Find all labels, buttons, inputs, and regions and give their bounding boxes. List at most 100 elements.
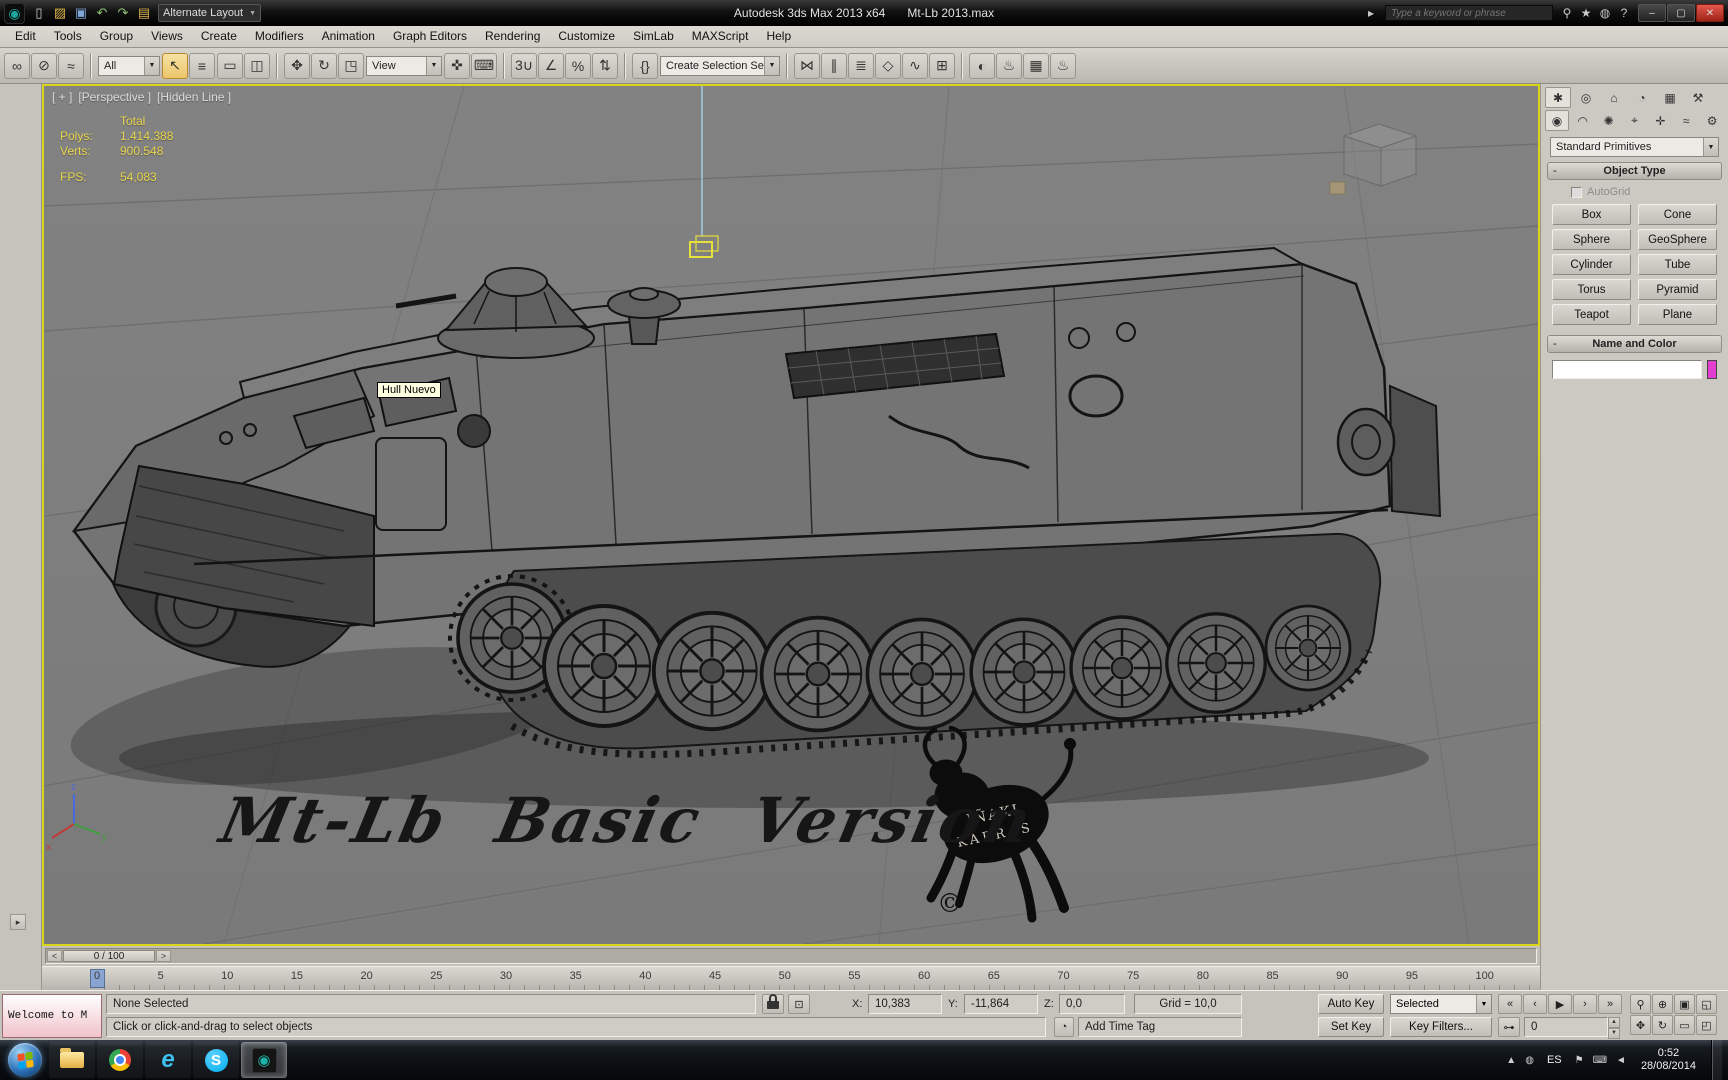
snaps-toggle-icon[interactable]: 3∪ bbox=[511, 52, 537, 79]
frame-spinner[interactable]: ▲ ▼ bbox=[1608, 1017, 1620, 1039]
show-desktop-button[interactable] bbox=[1711, 1040, 1722, 1080]
y-coordinate-field[interactable]: -11,864 bbox=[964, 994, 1038, 1014]
angle-snap-toggle-icon[interactable]: ∠ bbox=[538, 52, 564, 79]
unlink-selection-icon[interactable]: ⊘ bbox=[31, 52, 57, 79]
save-file-icon[interactable]: ▣ bbox=[71, 3, 91, 23]
menu-customize[interactable]: Customize bbox=[549, 26, 624, 47]
tab-motion[interactable]: ◔ bbox=[1629, 87, 1655, 108]
menu-animation[interactable]: Animation bbox=[313, 26, 384, 47]
undo-icon[interactable]: ↶ bbox=[92, 3, 112, 23]
next-frame-arrow[interactable]: > bbox=[156, 950, 171, 962]
category-systems[interactable]: ⚙ bbox=[1700, 110, 1724, 131]
material-editor-icon[interactable]: ◐ bbox=[969, 52, 995, 79]
play-animation-button[interactable]: ▶ bbox=[1548, 994, 1572, 1014]
cone-button[interactable]: Cone bbox=[1638, 204, 1717, 225]
geosphere-button[interactable]: GeoSphere bbox=[1638, 229, 1717, 250]
action-center-icon[interactable]: ⚑ bbox=[1575, 1055, 1584, 1066]
add-time-tag-field[interactable]: Add Time Tag bbox=[1078, 1017, 1242, 1037]
spinner-down-icon[interactable]: ▼ bbox=[1608, 1028, 1620, 1039]
redo-icon[interactable]: ↷ bbox=[113, 3, 133, 23]
tab-modify[interactable]: ◎ bbox=[1573, 87, 1599, 108]
menu-help[interactable]: Help bbox=[757, 26, 800, 47]
go-to-start-button[interactable]: « bbox=[1498, 994, 1522, 1014]
category-shapes[interactable]: ◠ bbox=[1571, 110, 1595, 131]
favorites-star-icon[interactable]: ★ bbox=[1577, 4, 1595, 22]
perspective-viewport[interactable]: z x y IÑAKI KARRAS © [+] [Perspective … bbox=[42, 84, 1540, 946]
viewport-shading-menu[interactable]: [Hidden Line ] bbox=[157, 90, 231, 104]
viewport-general-menu[interactable]: [ + ] bbox=[52, 90, 72, 104]
previous-frame-arrow[interactable]: < bbox=[47, 950, 62, 962]
rectangular-selection-region-icon[interactable]: ▭ bbox=[217, 52, 243, 79]
project-folder-icon[interactable]: ▤ bbox=[134, 3, 154, 23]
menu-simlab[interactable]: SimLab bbox=[624, 26, 683, 47]
taskbar-explorer-button[interactable] bbox=[49, 1042, 95, 1078]
layer-manager-icon[interactable]: ≣ bbox=[848, 52, 874, 79]
next-frame-button[interactable]: › bbox=[1573, 994, 1597, 1014]
help-icon[interactable]: ? bbox=[1615, 4, 1633, 22]
select-and-scale-icon[interactable]: ◳ bbox=[338, 52, 364, 79]
name-and-color-rollout[interactable]: - Name and Color bbox=[1547, 335, 1722, 353]
rendered-frame-window-icon[interactable]: ▦ bbox=[1023, 52, 1049, 79]
plane-button[interactable]: Plane bbox=[1638, 304, 1717, 325]
menu-modifiers[interactable]: Modifiers bbox=[246, 26, 313, 47]
absolute-mode-toggle[interactable]: ⊡ bbox=[788, 994, 810, 1014]
curve-editor-icon[interactable]: ∿ bbox=[902, 52, 928, 79]
maximize-button[interactable]: ▢ bbox=[1667, 4, 1695, 22]
zoom-extents-button[interactable]: ▣ bbox=[1674, 994, 1695, 1014]
taskbar-skype-button[interactable]: S bbox=[193, 1042, 239, 1078]
selection-filter-dropdown[interactable]: All ▼ bbox=[98, 55, 160, 76]
orbit-button[interactable]: ↻ bbox=[1652, 1015, 1673, 1035]
time-slider-track[interactable]: < 0 / 100 > bbox=[45, 948, 1537, 964]
taskbar-3dsmax-button[interactable]: ◉ bbox=[241, 1042, 287, 1078]
category-helpers[interactable]: ✛ bbox=[1648, 110, 1672, 131]
tab-create[interactable]: ✱ bbox=[1545, 87, 1571, 108]
hidden-icons-button[interactable]: ▲ bbox=[1506, 1055, 1516, 1066]
minimize-button[interactable]: – bbox=[1638, 4, 1666, 22]
edit-named-selection-sets-icon[interactable]: {} bbox=[632, 52, 658, 79]
time-slider-handle[interactable]: 0 / 100 bbox=[63, 950, 155, 962]
infocenter-flyout-icon[interactable]: ▸ bbox=[1362, 4, 1380, 22]
keyboard-shortcut-override-icon[interactable]: ⌨ bbox=[471, 52, 497, 79]
schematic-view-icon[interactable]: ⊞ bbox=[929, 52, 955, 79]
taskbar-chrome-button[interactable] bbox=[97, 1042, 143, 1078]
category-geometry[interactable]: ◉ bbox=[1545, 110, 1569, 131]
maximize-viewport-toggle-button[interactable]: ◰ bbox=[1696, 1015, 1717, 1035]
tab-hierarchy[interactable]: ⌂ bbox=[1601, 87, 1627, 108]
go-to-end-button[interactable]: » bbox=[1598, 994, 1622, 1014]
sphere-button[interactable]: Sphere bbox=[1552, 229, 1631, 250]
object-name-field[interactable] bbox=[1552, 360, 1702, 379]
zoom-region-button[interactable]: ▭ bbox=[1674, 1015, 1695, 1035]
viewport-pov-menu[interactable]: [Perspective ] bbox=[78, 90, 151, 104]
current-frame-field[interactable]: 0 bbox=[1524, 1017, 1608, 1037]
select-and-move-icon[interactable]: ✥ bbox=[284, 52, 310, 79]
track-bar[interactable]: 0 5 10 15 20 25 30 35 40 45 50 55 60 65 70 75 80 85 90 95 10… bbox=[42, 966, 1540, 990]
teapot-button[interactable]: Teapot bbox=[1552, 304, 1631, 325]
zoom-button[interactable]: ⚲ bbox=[1630, 994, 1651, 1014]
tube-button[interactable]: Tube bbox=[1638, 254, 1717, 275]
key-mode-dropdown[interactable]: Selected ▼ bbox=[1390, 994, 1492, 1014]
menu-create[interactable]: Create bbox=[192, 26, 246, 47]
category-space-warps[interactable]: ≈ bbox=[1674, 110, 1698, 131]
spinner-snap-toggle-icon[interactable]: ⇅ bbox=[592, 52, 618, 79]
object-color-swatch[interactable] bbox=[1707, 360, 1717, 379]
menu-graph-editors[interactable]: Graph Editors bbox=[384, 26, 476, 47]
set-key-button[interactable]: Set Key bbox=[1318, 1017, 1384, 1037]
keyboard-layout-icon[interactable]: ⌨ bbox=[1593, 1055, 1607, 1066]
primitive-category-dropdown[interactable]: Standard Primitives ▼ bbox=[1550, 137, 1719, 157]
volume-icon[interactable]: ◄ bbox=[1616, 1055, 1626, 1066]
window-crossing-toggle-icon[interactable]: ◫ bbox=[244, 52, 270, 79]
tab-utilities[interactable]: ⚒ bbox=[1685, 87, 1711, 108]
box-button[interactable]: Box bbox=[1552, 204, 1631, 225]
mirror-icon[interactable]: ⋈ bbox=[794, 52, 820, 79]
search-icon[interactable]: ⚲ bbox=[1558, 4, 1576, 22]
autogrid-checkbox[interactable] bbox=[1571, 186, 1582, 198]
select-and-rotate-icon[interactable]: ↻ bbox=[311, 52, 337, 79]
auto-key-button[interactable]: Auto Key bbox=[1318, 994, 1384, 1014]
welcome-window-fragment[interactable]: Welcome to M bbox=[2, 994, 102, 1038]
select-and-manipulate-icon[interactable]: ✜ bbox=[444, 52, 470, 79]
communication-center-icon[interactable]: ◍ bbox=[1596, 4, 1614, 22]
menu-tools[interactable]: Tools bbox=[45, 26, 91, 47]
z-coordinate-field[interactable]: 0,0 bbox=[1059, 994, 1125, 1014]
tray-app-icon[interactable]: ◍ bbox=[1525, 1055, 1534, 1066]
workspace-dropdown[interactable]: Alternate Layout ▼ bbox=[158, 4, 262, 22]
